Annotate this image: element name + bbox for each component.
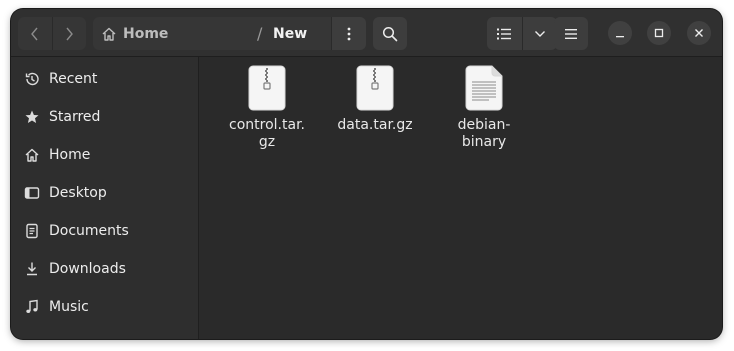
- sidebar-item-label: Home: [49, 147, 91, 163]
- archive-file-icon: [248, 65, 286, 111]
- breadcrumb-separator: /: [257, 24, 263, 43]
- sidebar-item-home[interactable]: Home: [11, 136, 198, 174]
- file-item[interactable]: debian- binary: [438, 65, 530, 151]
- view-more-vertical-icon: [347, 27, 351, 40]
- list-view-button[interactable]: [487, 17, 522, 50]
- breadcrumb-home[interactable]: Home: [101, 17, 168, 50]
- file-item[interactable]: control.tar. gz: [221, 65, 313, 151]
- sidebar-item-label: Desktop: [49, 185, 107, 201]
- main-menu-button[interactable]: [554, 17, 588, 50]
- text-file-icon: [465, 65, 503, 111]
- chevron-down-icon: [534, 30, 545, 37]
- forward-button[interactable]: [51, 17, 87, 50]
- sidebar-item-label: Recent: [49, 71, 98, 87]
- sidebar-item-starred[interactable]: Starred: [11, 98, 198, 136]
- back-button[interactable]: [18, 17, 52, 50]
- minimize-button[interactable]: [608, 21, 632, 45]
- headerbar: Home / New: [11, 9, 722, 57]
- star-icon: [22, 107, 42, 127]
- sidebar-item-documents[interactable]: Documents: [11, 212, 198, 250]
- sidebar-item-recent[interactable]: Recent: [11, 60, 198, 98]
- file-manager-window: Home / New Recent Starred Home Desktop D…: [11, 9, 722, 339]
- minimize-icon: [616, 36, 624, 38]
- close-button[interactable]: [687, 21, 711, 45]
- recent-clock-icon: [22, 69, 42, 89]
- maximize-icon: [654, 28, 664, 38]
- navigation-buttons: [18, 17, 86, 50]
- maximize-button[interactable]: [647, 21, 671, 45]
- breadcrumb-current[interactable]: New: [273, 17, 307, 50]
- search-icon: [382, 26, 398, 41]
- sidebar-item-label: Music: [49, 299, 89, 315]
- file-name: control.tar. gz: [229, 117, 305, 150]
- view-options-dropdown[interactable]: [521, 17, 558, 50]
- sidebar-item-music[interactable]: Music: [11, 288, 198, 326]
- view-toggle-group: [487, 17, 557, 50]
- go-next-icon: [66, 27, 74, 40]
- file-name: data.tar.gz: [337, 117, 413, 133]
- home-icon: [102, 27, 116, 41]
- sidebar-item-label: Starred: [49, 109, 101, 125]
- hamburger-menu-icon: [565, 28, 577, 39]
- sidebar-item-downloads[interactable]: Downloads: [11, 250, 198, 288]
- search-button[interactable]: [373, 17, 407, 50]
- breadcrumb-home-label: Home: [123, 25, 169, 42]
- file-view: control.tar. gz data.tar.gz debian- bina…: [199, 57, 722, 339]
- documents-icon: [22, 221, 42, 241]
- sidebar-item-label: Downloads: [49, 261, 126, 277]
- go-previous-icon: [30, 27, 38, 40]
- file-item[interactable]: data.tar.gz: [329, 65, 421, 134]
- sidebar-item-label: Documents: [49, 223, 129, 239]
- view-list-icon: [497, 28, 512, 39]
- file-name: debian- binary: [457, 117, 511, 150]
- path-bar: Home / New: [93, 17, 366, 50]
- downloads-icon: [22, 259, 42, 279]
- sidebar-item-desktop[interactable]: Desktop: [11, 174, 198, 212]
- archive-file-icon: [356, 65, 394, 111]
- desktop-icon: [22, 183, 42, 203]
- path-menu-button[interactable]: [331, 17, 366, 50]
- music-icon: [22, 297, 42, 317]
- places-sidebar: Recent Starred Home Desktop Documents Do…: [11, 57, 199, 339]
- home-icon: [22, 145, 42, 165]
- close-icon: [695, 29, 703, 37]
